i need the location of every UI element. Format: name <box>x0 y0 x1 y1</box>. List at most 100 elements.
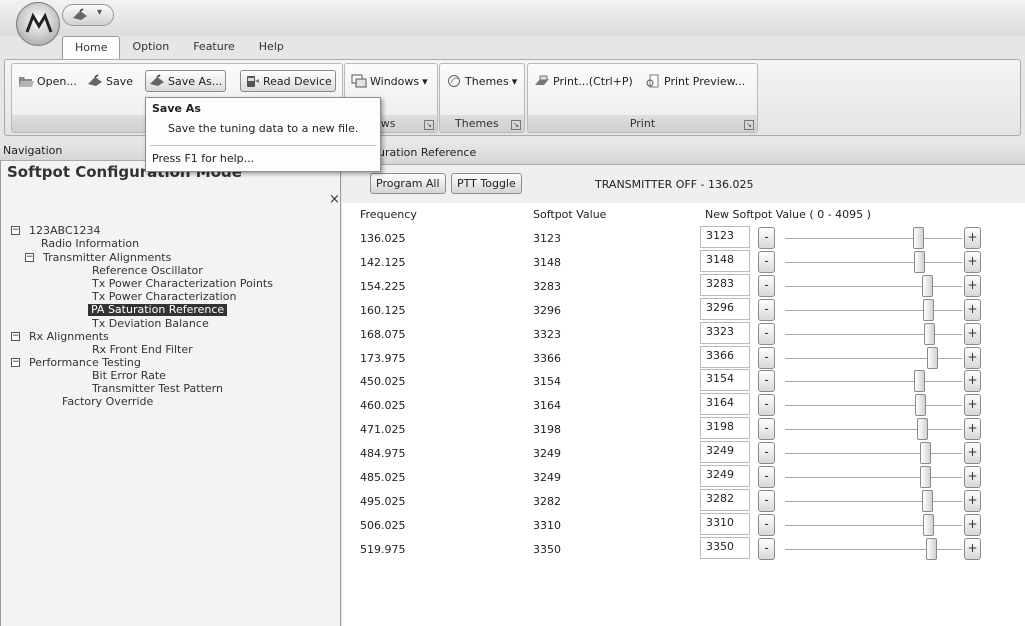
decrement-button[interactable]: - <box>758 442 775 464</box>
slider-thumb[interactable] <box>914 370 925 392</box>
tree-item-device[interactable]: 123ABC1234 <box>29 225 101 237</box>
new-softpot-input[interactable]: 3350 <box>700 537 750 559</box>
increment-button[interactable]: + <box>964 466 981 488</box>
decrement-button[interactable]: - <box>758 251 775 273</box>
new-softpot-input[interactable]: 3283 <box>700 274 750 296</box>
tree-item-rx-front-end-filter[interactable]: Rx Front End Filter <box>92 344 193 356</box>
decrement-button[interactable]: - <box>758 347 775 369</box>
collapse-icon[interactable]: − <box>11 226 20 235</box>
print-launcher-icon[interactable]: ↘ <box>744 120 754 130</box>
slider-thumb[interactable] <box>926 538 937 560</box>
tree-item-factory-override[interactable]: Factory Override <box>62 396 153 408</box>
slider-thumb[interactable] <box>913 227 924 249</box>
increment-button[interactable]: + <box>964 538 981 560</box>
decrement-button[interactable]: - <box>758 490 775 512</box>
new-softpot-input[interactable]: 3123 <box>700 226 750 248</box>
new-softpot-input[interactable]: 3148 <box>700 250 750 272</box>
decrement-button[interactable]: - <box>758 323 775 345</box>
tree-item-radio-information[interactable]: Radio Information <box>41 238 139 250</box>
tree-item-pa-saturation-reference[interactable]: PA Saturation Reference <box>88 304 228 316</box>
slider-thumb[interactable] <box>923 514 934 536</box>
slider-thumb[interactable] <box>922 490 933 512</box>
tab-help[interactable]: Help <box>247 36 296 60</box>
slider-track[interactable] <box>785 453 962 454</box>
increment-button[interactable]: + <box>964 490 981 512</box>
close-icon[interactable]: × <box>329 192 340 207</box>
new-softpot-input[interactable]: 3198 <box>700 417 750 439</box>
slider-thumb[interactable] <box>924 323 935 345</box>
program-all-button[interactable]: Program All <box>370 173 446 194</box>
themes-launcher-icon[interactable]: ↘ <box>511 120 521 130</box>
slider-track[interactable] <box>785 310 962 311</box>
new-softpot-input[interactable]: 3323 <box>700 322 750 344</box>
slider-track[interactable] <box>785 525 962 526</box>
slider-thumb[interactable] <box>914 251 925 273</box>
slider-thumb[interactable] <box>920 442 931 464</box>
increment-button[interactable]: + <box>964 251 981 273</box>
slider-track[interactable] <box>785 429 962 430</box>
slider-thumb[interactable] <box>920 466 931 488</box>
increment-button[interactable]: + <box>964 299 981 321</box>
decrement-button[interactable]: - <box>758 538 775 560</box>
open-button[interactable]: Open... <box>15 70 80 92</box>
slider-track[interactable] <box>785 477 962 478</box>
tree-item-reference-oscillator[interactable]: Reference Oscillator <box>92 265 203 277</box>
slider-track[interactable] <box>785 501 962 502</box>
tree-item-rx-alignments[interactable]: Rx Alignments <box>29 331 109 343</box>
new-softpot-input[interactable]: 3310 <box>700 513 750 535</box>
print-preview-button[interactable]: Print Preview... <box>642 70 748 92</box>
decrement-button[interactable]: - <box>758 275 775 297</box>
slider-track[interactable] <box>785 238 962 239</box>
new-softpot-input[interactable]: 3164 <box>700 393 750 415</box>
increment-button[interactable]: + <box>964 370 981 392</box>
new-softpot-input[interactable]: 3249 <box>700 465 750 487</box>
tree-item-tx-deviation-balance[interactable]: Tx Deviation Balance <box>92 318 209 330</box>
slider-thumb[interactable] <box>922 275 933 297</box>
tree-item-bit-error-rate[interactable]: Bit Error Rate <box>92 370 166 382</box>
slider-track[interactable] <box>785 405 962 406</box>
slider-track[interactable] <box>785 334 962 335</box>
increment-button[interactable]: + <box>964 323 981 345</box>
decrement-button[interactable]: - <box>758 466 775 488</box>
print-button[interactable]: Print...(Ctrl+P) <box>531 70 636 92</box>
slider-thumb[interactable] <box>923 299 934 321</box>
save-as-button[interactable]: Save As... <box>145 70 227 92</box>
tree-item-tx-power-char[interactable]: Tx Power Characterization <box>92 291 236 303</box>
increment-button[interactable]: + <box>964 394 981 416</box>
collapse-icon[interactable]: − <box>25 253 34 262</box>
slider-track[interactable] <box>785 262 962 263</box>
ptt-toggle-button[interactable]: PTT Toggle <box>451 173 522 194</box>
slider-thumb[interactable] <box>927 347 938 369</box>
read-device-button[interactable]: Read Device <box>240 70 336 92</box>
increment-button[interactable]: + <box>964 418 981 440</box>
customize-qat-icon[interactable]: ▾ <box>97 7 102 18</box>
save-button[interactable]: Save <box>84 70 136 92</box>
new-softpot-input[interactable]: 3282 <box>700 489 750 511</box>
tab-option[interactable]: Option <box>120 36 181 60</box>
increment-button[interactable]: + <box>964 442 981 464</box>
windows-button[interactable]: Windows ▾ <box>348 70 431 92</box>
collapse-icon[interactable]: − <box>11 332 20 341</box>
tab-feature[interactable]: Feature <box>181 36 247 60</box>
slider-track[interactable] <box>785 381 962 382</box>
new-softpot-input[interactable]: 3366 <box>700 346 750 368</box>
decrement-button[interactable]: - <box>758 394 775 416</box>
quick-save-icon[interactable] <box>71 8 89 22</box>
decrement-button[interactable]: - <box>758 370 775 392</box>
tab-home[interactable]: Home <box>62 36 121 60</box>
new-softpot-input[interactable]: 3249 <box>700 441 750 463</box>
slider-track[interactable] <box>785 286 962 287</box>
windows-launcher-icon[interactable]: ↘ <box>424 120 434 130</box>
slider-thumb[interactable] <box>915 394 926 416</box>
tree-item-tx-power-char-points[interactable]: Tx Power Characterization Points <box>92 278 273 290</box>
increment-button[interactable]: + <box>964 227 981 249</box>
decrement-button[interactable]: - <box>758 514 775 536</box>
tree-item-transmitter-test-pattern[interactable]: Transmitter Test Pattern <box>92 383 223 395</box>
decrement-button[interactable]: - <box>758 227 775 249</box>
tree-item-performance-testing[interactable]: Performance Testing <box>29 357 141 369</box>
application-button[interactable] <box>16 2 60 46</box>
slider-thumb[interactable] <box>917 418 928 440</box>
new-softpot-input[interactable]: 3154 <box>700 369 750 391</box>
new-softpot-input[interactable]: 3296 <box>700 298 750 320</box>
increment-button[interactable]: + <box>964 275 981 297</box>
